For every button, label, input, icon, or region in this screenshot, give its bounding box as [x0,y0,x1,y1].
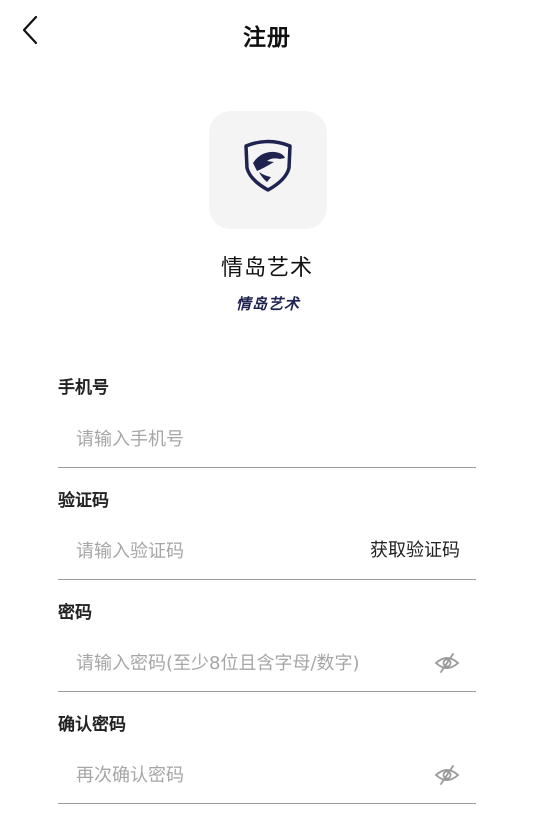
password-field [58,635,476,692]
logo-text: 情岛艺术 [235,295,300,313]
eye-closed-icon[interactable] [434,651,460,675]
header-bar: 注册 [0,0,534,70]
password-input[interactable] [76,635,416,691]
code-field: 获取验证码 [58,523,476,580]
confirm-password-field [58,747,476,804]
confirm-password-label: 确认密码 [58,715,126,735]
shield-shark-icon [244,139,292,192]
phone-label: 手机号 [58,378,109,398]
get-code-button[interactable]: 获取验证码 [370,523,460,579]
phone-input[interactable] [76,411,466,467]
eye-closed-icon[interactable] [434,763,460,787]
app-name: 情岛艺术 [220,256,313,281]
phone-field [58,411,476,468]
code-label: 验证码 [58,491,109,511]
page-title: 注册 [243,25,291,51]
code-input[interactable] [76,523,336,579]
confirm-password-input[interactable] [76,747,416,803]
app-logo: 情岛艺术 [209,111,327,313]
password-label: 密码 [58,603,92,623]
